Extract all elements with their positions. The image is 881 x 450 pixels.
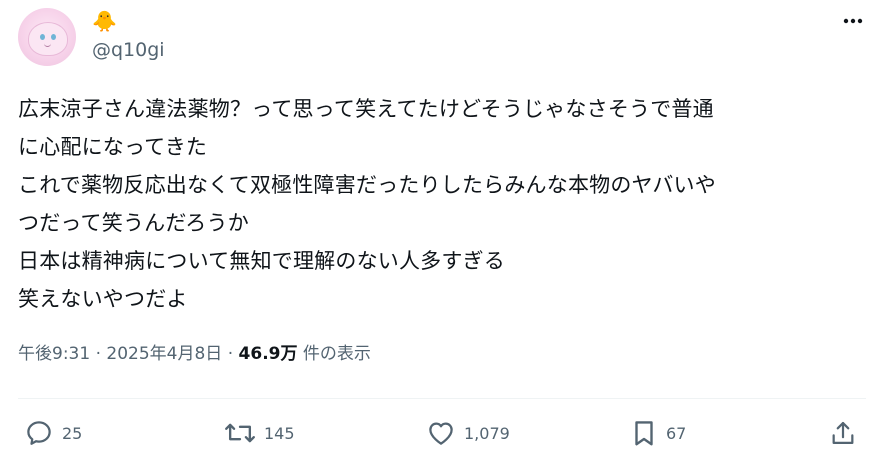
more-icon (843, 18, 863, 24)
reply-count: 25 (62, 423, 83, 443)
views-count: 46.9万 (238, 344, 298, 364)
tweet-text-line: に心配になってきた (18, 135, 208, 159)
retweet-button[interactable]: 145 (224, 418, 295, 448)
divider (18, 398, 866, 399)
retweet-icon (225, 423, 255, 443)
tweet-text-line: 広末涼子さん違法薬物？って思って笑えてたけどそうじゃなさそうで普通 (18, 97, 714, 121)
tweet-text-line: 笑えないやつだよ (18, 287, 188, 311)
more-options-button[interactable] (836, 6, 870, 36)
display-name-emoji[interactable]: 🐥 (92, 10, 117, 32)
reply-icon (27, 421, 51, 445)
bookmark-button[interactable]: 67 (630, 418, 686, 448)
share-button[interactable] (829, 418, 857, 448)
meta-separator: · (227, 344, 234, 364)
avatar-face (28, 22, 68, 56)
tweet-text-line: 日本は精神病について無知で理解のない人多すぎる (18, 249, 505, 273)
tweet-date[interactable]: 2025年4月8日 (106, 344, 222, 364)
tweet-time[interactable]: 午後9:31 (18, 344, 90, 364)
meta-separator: · (95, 344, 101, 364)
bookmark-count: 67 (666, 423, 687, 443)
retweet-count: 145 (264, 423, 295, 443)
tweet-meta: 午後9:31 · 2025年4月8日 · 46.9万 件の表示 (18, 342, 371, 366)
tweet-text-line: つだって笑うんだろうか (18, 211, 249, 235)
bookmark-icon (635, 421, 653, 446)
tweet-text-line: これで薬物反応出なくて双極性障害だったりしたらみんな本物のヤバいや (18, 173, 716, 197)
user-handle[interactable]: @q10gi (92, 38, 165, 62)
share-icon (832, 421, 854, 445)
like-count: 1,079 (464, 423, 510, 443)
tweet-text: 広末涼子さん違法薬物？って思って笑えてたけどそうじゃなさそうで普通 に心配になっ… (18, 90, 868, 318)
reply-button[interactable]: 25 (24, 418, 82, 448)
views-label: 件の表示 (302, 344, 371, 364)
avatar[interactable] (18, 8, 76, 66)
heart-icon (429, 422, 453, 445)
tweet: 🐥 @q10gi 広末涼子さん違法薬物？って思って笑えてたけどそうじゃなさそうで… (0, 0, 881, 450)
like-button[interactable]: 1,079 (426, 418, 510, 448)
